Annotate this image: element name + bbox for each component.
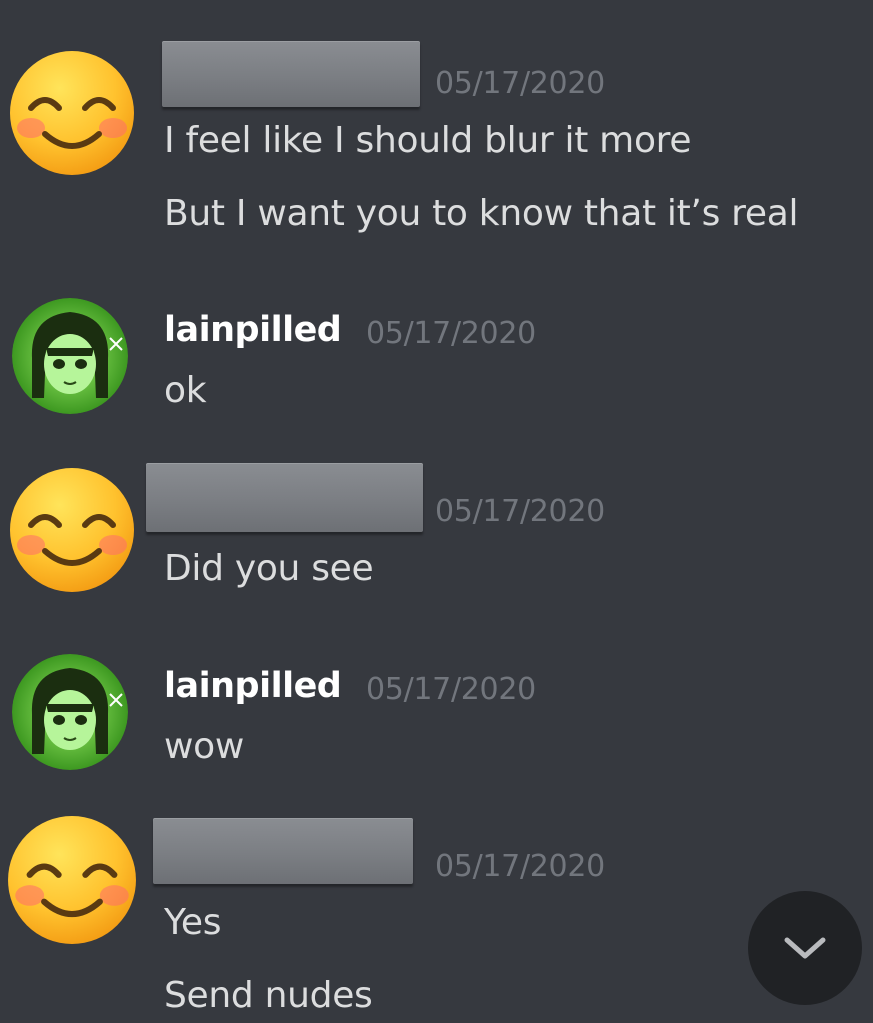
message-text: Send nudes bbox=[164, 975, 373, 1016]
message-text: wow bbox=[164, 726, 245, 767]
message-text: Did you see bbox=[164, 548, 374, 589]
timestamp: 05/17/2020 bbox=[366, 316, 536, 351]
anime-girl-avatar-icon[interactable] bbox=[12, 654, 128, 770]
jump-to-latest-button[interactable] bbox=[748, 891, 862, 1005]
timestamp: 05/17/2020 bbox=[435, 66, 605, 101]
chevron-down-icon bbox=[784, 937, 826, 959]
chat-messages: 05/17/2020 I feel like I should blur it … bbox=[0, 0, 873, 1023]
message-text: I feel like I should blur it more bbox=[164, 120, 692, 161]
timestamp: 05/17/2020 bbox=[366, 672, 536, 707]
blurred-username bbox=[146, 463, 423, 532]
smiling-face-emoji-icon[interactable] bbox=[9, 467, 135, 593]
anime-girl-avatar-icon[interactable] bbox=[12, 298, 128, 414]
message-text: ok bbox=[164, 370, 207, 411]
timestamp: 05/17/2020 bbox=[435, 494, 605, 529]
username[interactable]: lainpilled bbox=[164, 666, 342, 706]
smiling-face-emoji-icon[interactable] bbox=[7, 815, 137, 945]
smiling-face-emoji-icon[interactable] bbox=[9, 50, 135, 176]
blurred-username bbox=[153, 818, 413, 884]
blurred-username bbox=[162, 41, 420, 107]
username[interactable]: lainpilled bbox=[164, 310, 342, 350]
message-text: Yes bbox=[164, 902, 222, 943]
timestamp: 05/17/2020 bbox=[435, 849, 605, 884]
message-text: But I want you to know that it’s real bbox=[164, 193, 799, 234]
